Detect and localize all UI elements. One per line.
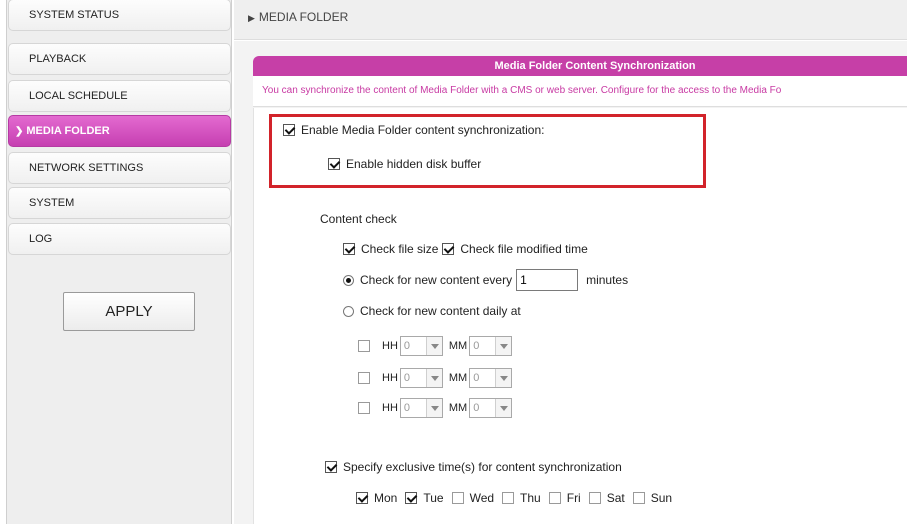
day-checkbox-thu[interactable]	[502, 492, 515, 504]
minute-value: 0	[473, 340, 480, 352]
file-size-label: Check file size	[361, 242, 439, 256]
exclusive-time-label: Specify exclusive time(s) for content sy…	[343, 460, 622, 474]
check-interval-input[interactable]	[516, 269, 579, 291]
sidebar-item-label: LOG	[29, 233, 53, 245]
sidebar: SYSTEM STATUS PLAYBACK LOCAL SCHEDULE ❯ M…	[6, 0, 232, 524]
sidebar-item-label: SYSTEM STATUS	[29, 9, 120, 21]
day-label: Sun	[650, 491, 673, 505]
minute-select[interactable]: 0	[469, 368, 513, 388]
minute-value: 0	[473, 372, 480, 384]
mm-label: MM	[448, 402, 468, 414]
double-arrow-icon: ❯	[15, 126, 24, 137]
weekday-row: Mon Tue Wed Thu Fri Sat Sun	[356, 491, 680, 505]
hour-value: 0	[403, 402, 411, 414]
day-label: Tue	[423, 491, 444, 505]
chevron-down-icon	[425, 399, 442, 417]
check-daily-radio[interactable]	[343, 305, 354, 317]
exclusive-time-row: Specify exclusive time(s) for content sy…	[325, 460, 622, 474]
day-label: Fri	[566, 491, 581, 505]
hh-label: HH	[382, 402, 398, 414]
content-check-heading: Content check	[320, 212, 397, 226]
daily-time-row: HH 0 MM 0	[358, 368, 518, 388]
hour-value: 0	[403, 340, 411, 352]
day-checkbox-mon[interactable]	[356, 492, 368, 504]
sidebar-item-system-status[interactable]: SYSTEM STATUS	[8, 0, 231, 31]
day-checkbox-sat[interactable]	[588, 492, 601, 504]
check-every-label: Check for new content every	[360, 273, 513, 287]
chevron-down-icon	[425, 369, 442, 387]
panel-title: Media Folder Content Synchronization	[253, 56, 907, 76]
breadcrumb-label: MEDIA FOLDER	[258, 10, 349, 24]
mm-label: MM	[448, 340, 468, 352]
daily-time-checkbox[interactable]	[358, 372, 370, 384]
hidden-buffer-row: Enable hidden disk buffer	[328, 157, 481, 171]
sidebar-item-system[interactable]: SYSTEM	[8, 187, 231, 219]
breadcrumb: ▶ MEDIA FOLDER	[248, 10, 348, 24]
breadcrumb-bar: ▶ MEDIA FOLDER	[234, 0, 907, 40]
sidebar-item-label: LOCAL SCHEDULE	[29, 90, 128, 102]
chevron-down-icon	[425, 337, 442, 355]
hour-value: 0	[403, 372, 411, 384]
day-checkbox-wed[interactable]	[451, 492, 464, 504]
hour-select[interactable]: 0	[399, 336, 443, 356]
triangle-right-icon: ▶	[248, 13, 255, 23]
panel-description: You can synchronize the content of Media…	[262, 85, 782, 96]
check-every-radio[interactable]	[343, 274, 354, 286]
minute-select[interactable]: 0	[469, 398, 513, 418]
check-every-row: Check for new content every minutes	[343, 269, 628, 291]
day-label: Thu	[520, 491, 541, 505]
daily-time-row: HH 0 MM 0	[358, 398, 518, 418]
panel-description-row: You can synchronize the content of Media…	[253, 76, 907, 107]
chevron-down-icon	[495, 369, 512, 387]
content-check-heading-label: Content check	[320, 212, 397, 226]
sidebar-item-media-folder[interactable]: ❯ MEDIA FOLDER	[8, 115, 231, 147]
check-options-row: Check file size Check file modified time	[343, 242, 588, 256]
day-label: Wed	[469, 491, 495, 505]
daily-time-row: HH 0 MM 0	[358, 336, 518, 356]
hh-label: HH	[382, 340, 398, 352]
daily-time-checkbox[interactable]	[358, 402, 370, 414]
minute-select[interactable]: 0	[469, 336, 513, 356]
modified-time-label: Check file modified time	[460, 242, 588, 256]
chevron-down-icon	[495, 337, 512, 355]
hour-select[interactable]: 0	[399, 368, 443, 388]
sidebar-item-label: MEDIA FOLDER	[26, 125, 110, 137]
sidebar-item-playback[interactable]: PLAYBACK	[8, 43, 231, 75]
sidebar-item-label: SYSTEM	[29, 197, 75, 209]
check-interval-unit: minutes	[586, 273, 629, 287]
day-checkbox-sun[interactable]	[632, 492, 645, 504]
hidden-buffer-checkbox[interactable]	[328, 158, 340, 170]
sidebar-item-local-schedule[interactable]: LOCAL SCHEDULE	[8, 80, 231, 112]
sidebar-item-network-settings[interactable]: NETWORK SETTINGS	[8, 152, 231, 184]
minute-value: 0	[473, 402, 480, 414]
hidden-buffer-label: Enable hidden disk buffer	[346, 157, 482, 171]
day-checkbox-tue[interactable]	[405, 492, 418, 504]
enable-sync-label: Enable Media Folder content synchronizat…	[301, 123, 545, 137]
chevron-down-icon	[495, 399, 512, 417]
mm-label: MM	[448, 372, 468, 384]
sidebar-item-label: PLAYBACK	[29, 53, 87, 65]
day-checkbox-fri[interactable]	[548, 492, 561, 504]
enable-sync-row: Enable Media Folder content synchronizat…	[283, 123, 544, 137]
check-daily-label: Check for new content daily at	[360, 304, 521, 318]
day-label: Sat	[606, 491, 625, 505]
check-daily-row: Check for new content daily at	[343, 304, 521, 318]
sidebar-item-log[interactable]: LOG	[8, 223, 231, 255]
sidebar-item-label: NETWORK SETTINGS	[29, 162, 144, 174]
daily-time-checkbox[interactable]	[358, 340, 370, 352]
modified-time-checkbox[interactable]	[442, 243, 455, 255]
hh-label: HH	[382, 372, 398, 384]
exclusive-time-checkbox[interactable]	[325, 461, 337, 473]
file-size-checkbox[interactable]	[343, 243, 355, 255]
hour-select[interactable]: 0	[399, 398, 443, 418]
apply-button[interactable]: APPLY	[63, 292, 195, 331]
day-label: Mon	[374, 491, 398, 505]
enable-sync-checkbox[interactable]	[283, 124, 295, 136]
